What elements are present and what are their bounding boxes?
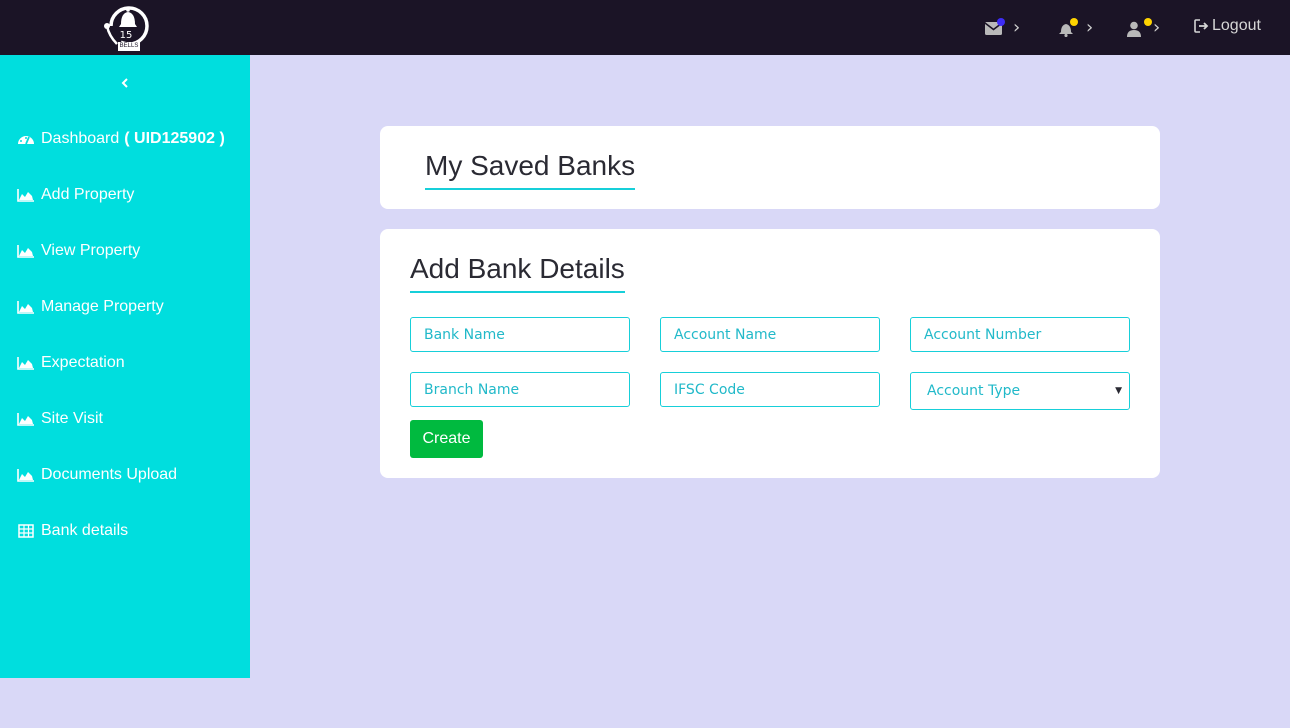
sidebar: Dashboard ( UID125902 ) Add Property Vie…	[0, 55, 250, 678]
create-button[interactable]: Create	[410, 420, 483, 458]
account-name-input[interactable]	[660, 317, 880, 352]
logo[interactable]: 15 BELLS	[101, 2, 151, 54]
bell-icon	[1058, 18, 1078, 37]
chevron-left-icon	[121, 78, 128, 88]
area-chart-icon	[17, 301, 34, 314]
sidebar-item-label: Bank details	[41, 522, 129, 539]
account-type-value: Account Type	[927, 383, 1021, 399]
notifications-menu[interactable]: ›	[1058, 14, 1093, 42]
logo-number: 15	[119, 30, 133, 41]
logout-link[interactable]: Logout	[1194, 17, 1261, 35]
ifsc-code-input[interactable]	[660, 372, 880, 407]
sidebar-item-label: Dashboard	[41, 130, 120, 147]
sidebar-item-add-property[interactable]: Add Property	[17, 183, 134, 207]
user-uid: ( UID125902 )	[124, 130, 225, 147]
area-chart-icon	[17, 357, 34, 370]
sign-out-icon	[1194, 19, 1209, 33]
top-navbar: 15 BELLS › › › Logout	[0, 0, 1290, 55]
area-chart-icon	[17, 469, 34, 482]
sidebar-item-label: Manage Property	[41, 298, 164, 315]
chevron-right-icon: ›	[1086, 17, 1094, 38]
account-type-select[interactable]: Account Type ▼	[910, 372, 1130, 410]
account-number-input[interactable]	[910, 317, 1130, 352]
sidebar-item-documents-upload[interactable]: Documents Upload	[17, 463, 177, 487]
area-chart-icon	[17, 189, 34, 202]
logo-tag: BELLS	[119, 43, 139, 49]
add-bank-title: Add Bank Details	[410, 253, 625, 293]
add-bank-card: Add Bank Details Account Type ▼ Create	[380, 229, 1160, 478]
sidebar-item-bank-details[interactable]: Bank details	[17, 519, 128, 543]
user-indicator	[1144, 18, 1152, 26]
sidebar-item-site-visit[interactable]: Site Visit	[17, 407, 103, 431]
user-menu[interactable]: ›	[1127, 14, 1160, 42]
sidebar-collapse-button[interactable]	[117, 75, 133, 91]
sidebar-item-label: Expectation	[41, 354, 125, 371]
sidebar-item-label: Documents Upload	[41, 466, 178, 483]
branch-name-input[interactable]	[410, 372, 630, 407]
table-icon	[18, 524, 34, 538]
sidebar-item-expectation[interactable]: Expectation	[17, 351, 125, 375]
user-icon	[1127, 18, 1152, 37]
chevron-right-icon: ›	[1153, 17, 1161, 38]
sidebar-item-label: View Property	[41, 242, 141, 259]
bank-name-input[interactable]	[410, 317, 630, 352]
caret-down-icon: ▼	[1115, 386, 1122, 396]
area-chart-icon	[17, 413, 34, 426]
area-chart-icon	[17, 245, 34, 258]
saved-banks-title: My Saved Banks	[425, 150, 636, 190]
sidebar-item-manage-property[interactable]: Manage Property	[17, 295, 164, 319]
logout-label: Logout	[1212, 17, 1261, 34]
chevron-right-icon: ›	[1013, 17, 1021, 38]
messages-menu[interactable]: ›	[985, 14, 1020, 42]
saved-banks-card: My Saved Banks	[380, 126, 1160, 209]
sidebar-item-dashboard[interactable]: Dashboard ( UID125902 )	[17, 127, 225, 151]
envelope-icon	[985, 18, 1005, 36]
sidebar-item-label: Add Property	[41, 186, 135, 203]
dashboard-gauge-icon	[18, 136, 34, 145]
messages-indicator	[997, 18, 1005, 26]
notifications-indicator	[1070, 18, 1078, 26]
sidebar-item-label: Site Visit	[41, 410, 103, 427]
sidebar-item-view-property[interactable]: View Property	[17, 239, 140, 263]
